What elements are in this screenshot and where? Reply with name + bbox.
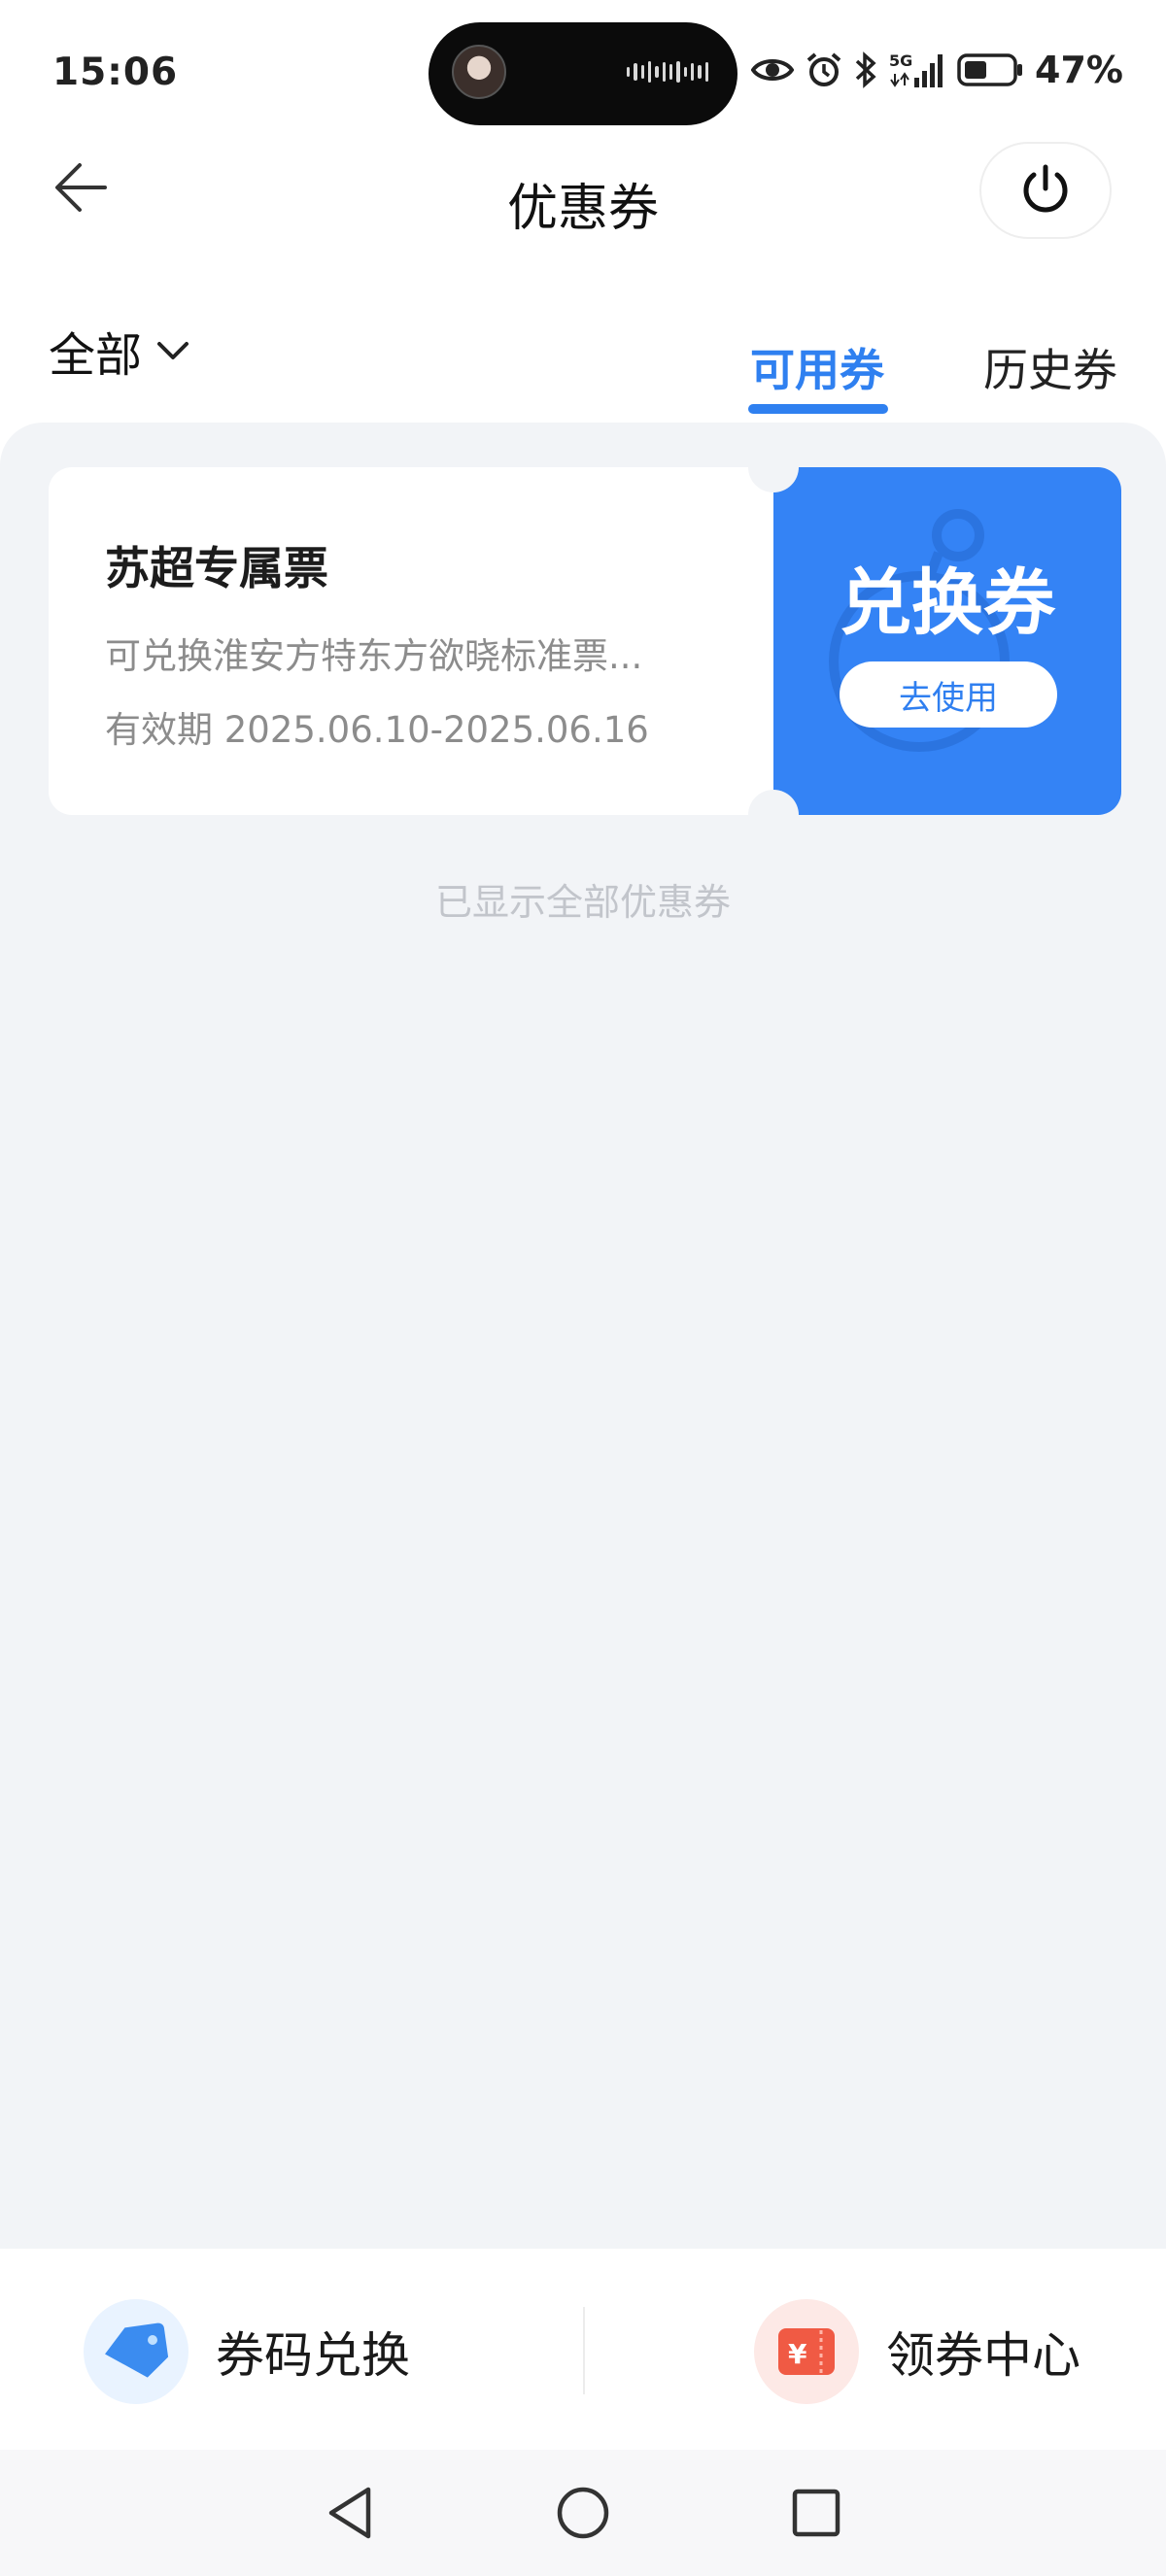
svg-text:¥: ¥ bbox=[788, 2338, 807, 2370]
coupon-type: 兑换券 bbox=[840, 561, 1055, 645]
tab-available[interactable]: 可用券 bbox=[750, 335, 884, 399]
coupon-info[interactable]: 苏超专属票 可兑换淮安方特东方欲晓标准票... 有效期 2025.06.10-2… bbox=[49, 467, 773, 815]
filter-label: 全部 bbox=[49, 328, 143, 383]
tag-icon bbox=[84, 2299, 189, 2404]
coupon-center-button[interactable]: ¥ 领券中心 bbox=[754, 2299, 1080, 2404]
back-triangle-icon bbox=[328, 2487, 371, 2539]
bottom-divider bbox=[583, 2307, 585, 2394]
power-button[interactable] bbox=[979, 142, 1112, 239]
coupon-notch-top bbox=[748, 442, 799, 492]
coupon-center-label: 领券中心 bbox=[886, 2327, 1080, 2384]
battery-percent: 47% bbox=[1035, 49, 1123, 91]
coupon-action-panel: 兑换券 去使用 bbox=[773, 467, 1121, 815]
network-label: 5G bbox=[889, 51, 912, 70]
bottom-action-bar: 券码兑换 ¥ 领券中心 bbox=[0, 2249, 1166, 2450]
signal-5g-icon: 5G bbox=[889, 51, 945, 89]
coupon-card[interactable]: 苏超专属票 可兑换淮安方特东方欲晓标准票... 有效期 2025.06.10-2… bbox=[49, 442, 1121, 840]
audio-wave-icon bbox=[627, 61, 708, 83]
dynamic-island[interactable] bbox=[429, 22, 737, 125]
alarm-icon bbox=[806, 51, 842, 88]
battery-icon bbox=[957, 52, 1023, 87]
code-redeem-button[interactable]: 券码兑换 bbox=[84, 2299, 410, 2404]
power-icon bbox=[1023, 164, 1068, 213]
system-nav-bar bbox=[0, 2450, 1166, 2576]
code-redeem-label: 券码兑换 bbox=[216, 2327, 410, 2384]
top-section: 15:06 5G 47% 优惠券 全部 可用券 历史券 bbox=[0, 0, 1166, 423]
status-time: 15:06 bbox=[52, 51, 179, 94]
coupon-title: 苏超专属票 bbox=[105, 542, 328, 594]
eye-icon bbox=[751, 55, 795, 85]
home-circle-icon bbox=[557, 2487, 609, 2539]
wallet-icon: ¥ bbox=[754, 2299, 859, 2404]
nav-home-button[interactable] bbox=[549, 2479, 617, 2547]
coupon-validity: 有效期 2025.06.10-2025.06.16 bbox=[105, 709, 649, 751]
list-end-text: 已显示全部优惠券 bbox=[434, 881, 731, 924]
bluetooth-icon bbox=[854, 51, 877, 88]
use-coupon-button[interactable]: 去使用 bbox=[840, 661, 1057, 728]
nav-recent-button[interactable] bbox=[782, 2479, 850, 2547]
active-tab-indicator bbox=[748, 404, 888, 414]
chevron-down-icon bbox=[157, 342, 189, 359]
island-avatar bbox=[452, 45, 506, 99]
status-icons: 5G 47% bbox=[751, 49, 1123, 91]
filter-dropdown[interactable]: 全部 bbox=[49, 317, 190, 385]
recent-square-icon bbox=[792, 2489, 840, 2537]
coupon-notch-bottom bbox=[748, 790, 799, 840]
nav-back-button[interactable] bbox=[316, 2479, 384, 2547]
tab-history[interactable]: 历史券 bbox=[983, 335, 1117, 399]
coupon-description: 可兑换淮安方特东方欲晓标准票... bbox=[105, 635, 643, 677]
